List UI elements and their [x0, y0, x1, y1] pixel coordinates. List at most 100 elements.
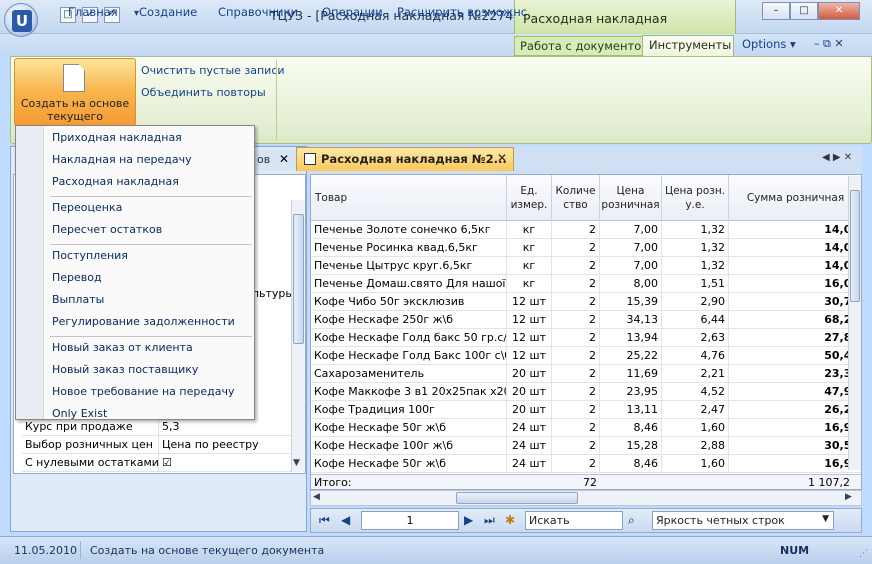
maximize-button[interactable]: □ [790, 2, 818, 20]
table-row[interactable]: Кофе Чибо 50г эксклюзив 12 шт 2 15,39 2,90 30… [311, 293, 861, 311]
menu-item[interactable]: Выплаты [52, 290, 104, 310]
left-scrollbar[interactable] [291, 200, 305, 472]
tab-work-with-document[interactable]: Работа с документом [514, 36, 656, 56]
table-row[interactable]: Печенье Золоте сонечко 6,5кг кг 2 7,00 1,32 1… [311, 221, 861, 239]
table-cell: 27,88 [729, 329, 861, 347]
scroll-right-icon[interactable]: ▶ [845, 492, 852, 502]
property-row[interactable]: С нулевыми остатками ☑ [22, 454, 292, 472]
menu-item[interactable]: Перевод [52, 268, 102, 288]
menu-item[interactable]: Переоценка [52, 198, 122, 218]
table-row[interactable]: Кофе Нескафе Голд бакс 50 гр.с/б 12 шт 2 13… [311, 329, 861, 347]
grid-scrollbar[interactable] [848, 176, 861, 470]
col-unit-header[interactable]: Ед. измер. [507, 175, 552, 221]
items-grid: Товар Ед. измер. Количе ство Цена розничная… [310, 174, 862, 490]
prev-record-icon[interactable]: ◀ [341, 513, 350, 527]
table-cell: 2,21 [662, 365, 729, 383]
table-cell: 15,39 [600, 293, 662, 311]
new-record-icon[interactable]: ✱ [505, 513, 515, 527]
zero-stock-checkbox[interactable]: ☑ [162, 456, 172, 469]
menu-item[interactable]: Накладная на передачу [52, 150, 192, 170]
document-icon [304, 153, 316, 165]
menu-item[interactable]: Новый заказ поставщику [52, 360, 198, 380]
tab-extend[interactable]: Расширить возможнс [391, 3, 533, 22]
table-row[interactable]: Кофе Нескафе 250г ж\б 12 шт 2 34,13 6,44 68,2… [311, 311, 861, 329]
table-row[interactable]: Кофе Нескафе 50г ж\б 24 шт 2 8,46 1,60 16,92 [311, 455, 861, 473]
left-lower-area [13, 476, 306, 530]
table-row[interactable]: Кофе Нескафе Голд Бакс 100г с\б 12 шт 2 25,… [311, 347, 861, 365]
merge-duplicates-button[interactable]: Объединить повторы [141, 86, 266, 99]
create-from-current-button[interactable]: Создать на основе текущего документа ▾ [14, 58, 136, 136]
last-record-icon[interactable]: ⏭ [484, 513, 495, 528]
next-record-icon[interactable]: ▶ [464, 513, 473, 527]
brightness-select[interactable]: Яркость четных строк ▼ [652, 511, 834, 530]
table-row[interactable]: Кофе Традиция 100г 20 шт 2 13,11 2,47 26,22 [311, 401, 861, 419]
table-row[interactable]: Печенье Домаш.свято Для нашої сім'кг28,0… [311, 275, 861, 293]
table-cell: 1,51 [662, 275, 729, 293]
tab-references[interactable]: Справочники [212, 3, 304, 22]
table-row[interactable]: Печенье Цытрус круг.6,5кг кг 2 7,00 1,32 14,0… [311, 257, 861, 275]
clear-empty-records-button[interactable]: Очистить пустые записи [141, 64, 285, 77]
close-button[interactable]: ✕ [818, 2, 860, 20]
scroll-thumb[interactable] [293, 214, 304, 344]
scroll-left-icon[interactable]: ◀ [313, 492, 320, 502]
table-cell: 20 шт [507, 401, 552, 419]
menu-item[interactable]: Приходная накладная [52, 128, 182, 148]
table-cell: Кофе Маккофе 3 в1 20х25пак х20гр [311, 383, 507, 401]
table-row[interactable]: Кофе Нескафе 100г ж\б 24 шт 2 15,28 2,88 30,5… [311, 437, 861, 455]
table-cell: 7,00 [600, 239, 662, 257]
table-cell: 2 [552, 383, 600, 401]
col-quantity-header[interactable]: Количе ство [552, 175, 600, 221]
scroll-thumb[interactable] [850, 190, 860, 302]
col-price-usd-header[interactable]: Цена розн. у.е. [662, 175, 729, 221]
grid-header: Товар Ед. измер. Количе ство Цена розничная… [311, 175, 861, 221]
tab-main[interactable]: Главная [62, 3, 124, 22]
menu-item[interactable]: Новое требование на передачу [52, 382, 234, 402]
col-sum-header[interactable]: Сумма розничная [729, 175, 861, 221]
status-message: Создать на основе текущего документа [90, 544, 325, 557]
table-cell: 23,95 [600, 383, 662, 401]
app-menu-button[interactable]: U [4, 3, 38, 37]
menu-separator [50, 244, 252, 245]
tab-operations[interactable]: Операции [316, 3, 389, 22]
tab-navigation-icon[interactable]: ◀ ▶ ✕ [822, 152, 852, 163]
menu-item[interactable]: Поступления [52, 246, 128, 266]
table-cell: Кофе Чибо 50г эксклюзив [311, 293, 507, 311]
table-row[interactable]: Кофе Маккофе 3 в1 20х25пак х20гр 20 шт 2 23… [311, 383, 861, 401]
ribbon-window-controls[interactable]: – ⧉ ✕ [814, 37, 844, 51]
table-cell: 2,63 [662, 329, 729, 347]
table-cell: Печенье Цытрус круг.6,5кг [311, 257, 507, 275]
resize-grip-icon[interactable]: ⋰ [859, 549, 868, 559]
table-cell: 12 шт [507, 293, 552, 311]
table-cell: 4,52 [662, 383, 729, 401]
menu-item[interactable]: Пересчет остатков [52, 220, 162, 240]
table-cell: 26,22 [729, 401, 861, 419]
first-record-icon[interactable]: ⏮ [319, 513, 330, 528]
menu-item[interactable]: Only Exist [52, 404, 107, 424]
tab-tools[interactable]: Инструменты [642, 35, 734, 56]
scroll-down-icon[interactable]: ▼ [293, 458, 300, 468]
menu-item[interactable]: Новый заказ от клиента [52, 338, 193, 358]
record-number-input[interactable]: 1 [361, 511, 459, 530]
table-row[interactable]: Кофе Нескафе 50г ж\б 24 шт 2 8,46 1,60 16,92 [311, 419, 861, 437]
scroll-thumb[interactable] [456, 492, 578, 504]
menu-item[interactable]: Расходная накладная [52, 172, 179, 192]
minimize-button[interactable]: – [762, 2, 790, 20]
property-key: Выбор розничных цен [25, 438, 153, 451]
document-tab[interactable]: Расходная накладная №2... ✕ [296, 147, 514, 171]
close-icon[interactable]: ✕ [497, 151, 507, 165]
close-icon[interactable]: ✕ [279, 152, 289, 166]
table-row[interactable]: Сахарозаменитель 20 шт 2 11,69 2,21 23,38 [311, 365, 861, 383]
options-menu[interactable]: Options ▾ [742, 37, 796, 51]
options-label: Options [742, 37, 787, 51]
table-row[interactable]: Печенье Росинка квад.6,5кг кг 2 7,00 1,32 14,… [311, 239, 861, 257]
table-cell: 2 [552, 365, 600, 383]
search-input[interactable]: Искать [525, 511, 623, 530]
grid-hscrollbar[interactable]: ◀ ▶ [310, 490, 862, 506]
binoculars-icon[interactable]: ⌕ [628, 513, 635, 528]
menu-item[interactable]: Регулирование задолженности [52, 312, 235, 332]
col-price-header[interactable]: Цена розничная [600, 175, 662, 221]
tab-create[interactable]: Создание [133, 3, 203, 22]
property-row[interactable]: Выбор розничных цен Цена по реестру [22, 436, 292, 454]
table-cell: Кофе Нескафе Голд Бакс 100г с\б [311, 347, 507, 365]
col-product-header[interactable]: Товар [311, 175, 507, 221]
